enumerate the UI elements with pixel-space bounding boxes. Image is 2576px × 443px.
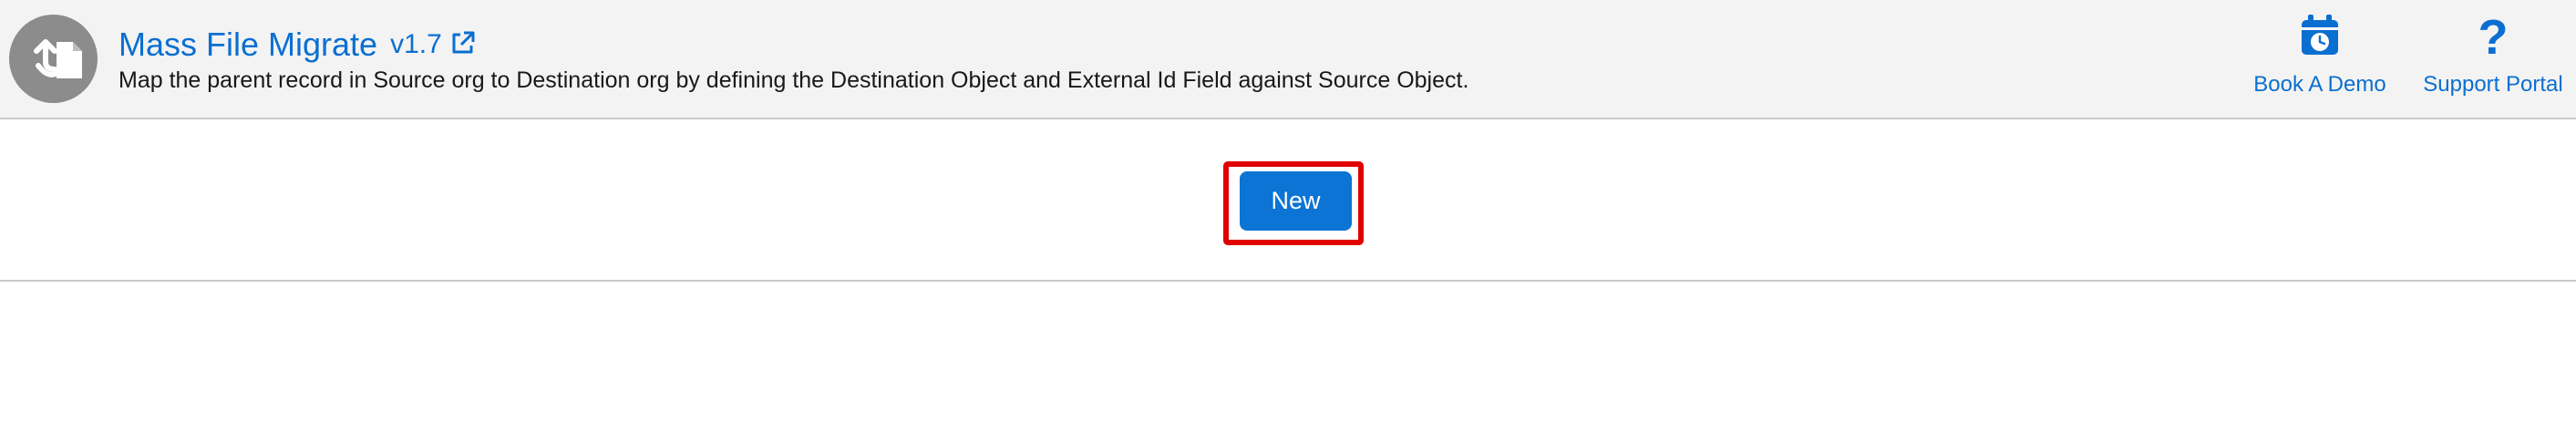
external-link-icon[interactable] (449, 29, 477, 57)
app-title: Mass File Migrate (118, 26, 378, 63)
app-title-row: Mass File Migrate v1.7 (118, 24, 477, 66)
new-button[interactable]: New (1240, 171, 1352, 231)
support-portal-link[interactable]: ? Support Portal (2416, 13, 2571, 104)
calendar-clock-icon (2300, 13, 2340, 61)
app-description: Map the parent record in Source org to D… (118, 67, 1469, 93)
book-a-demo-link[interactable]: Book A Demo (2246, 13, 2394, 104)
question-mark-icon: ? (2478, 10, 2509, 65)
book-a-demo-label: Book A Demo (2253, 72, 2386, 97)
file-migrate-icon (9, 15, 98, 103)
support-portal-label: Support Portal (2423, 72, 2563, 97)
page-header: Mass File Migrate v1.7 Map the parent rec… (0, 0, 2576, 119)
app-version: v1.7 (390, 29, 442, 59)
action-bar: New (0, 119, 2576, 282)
